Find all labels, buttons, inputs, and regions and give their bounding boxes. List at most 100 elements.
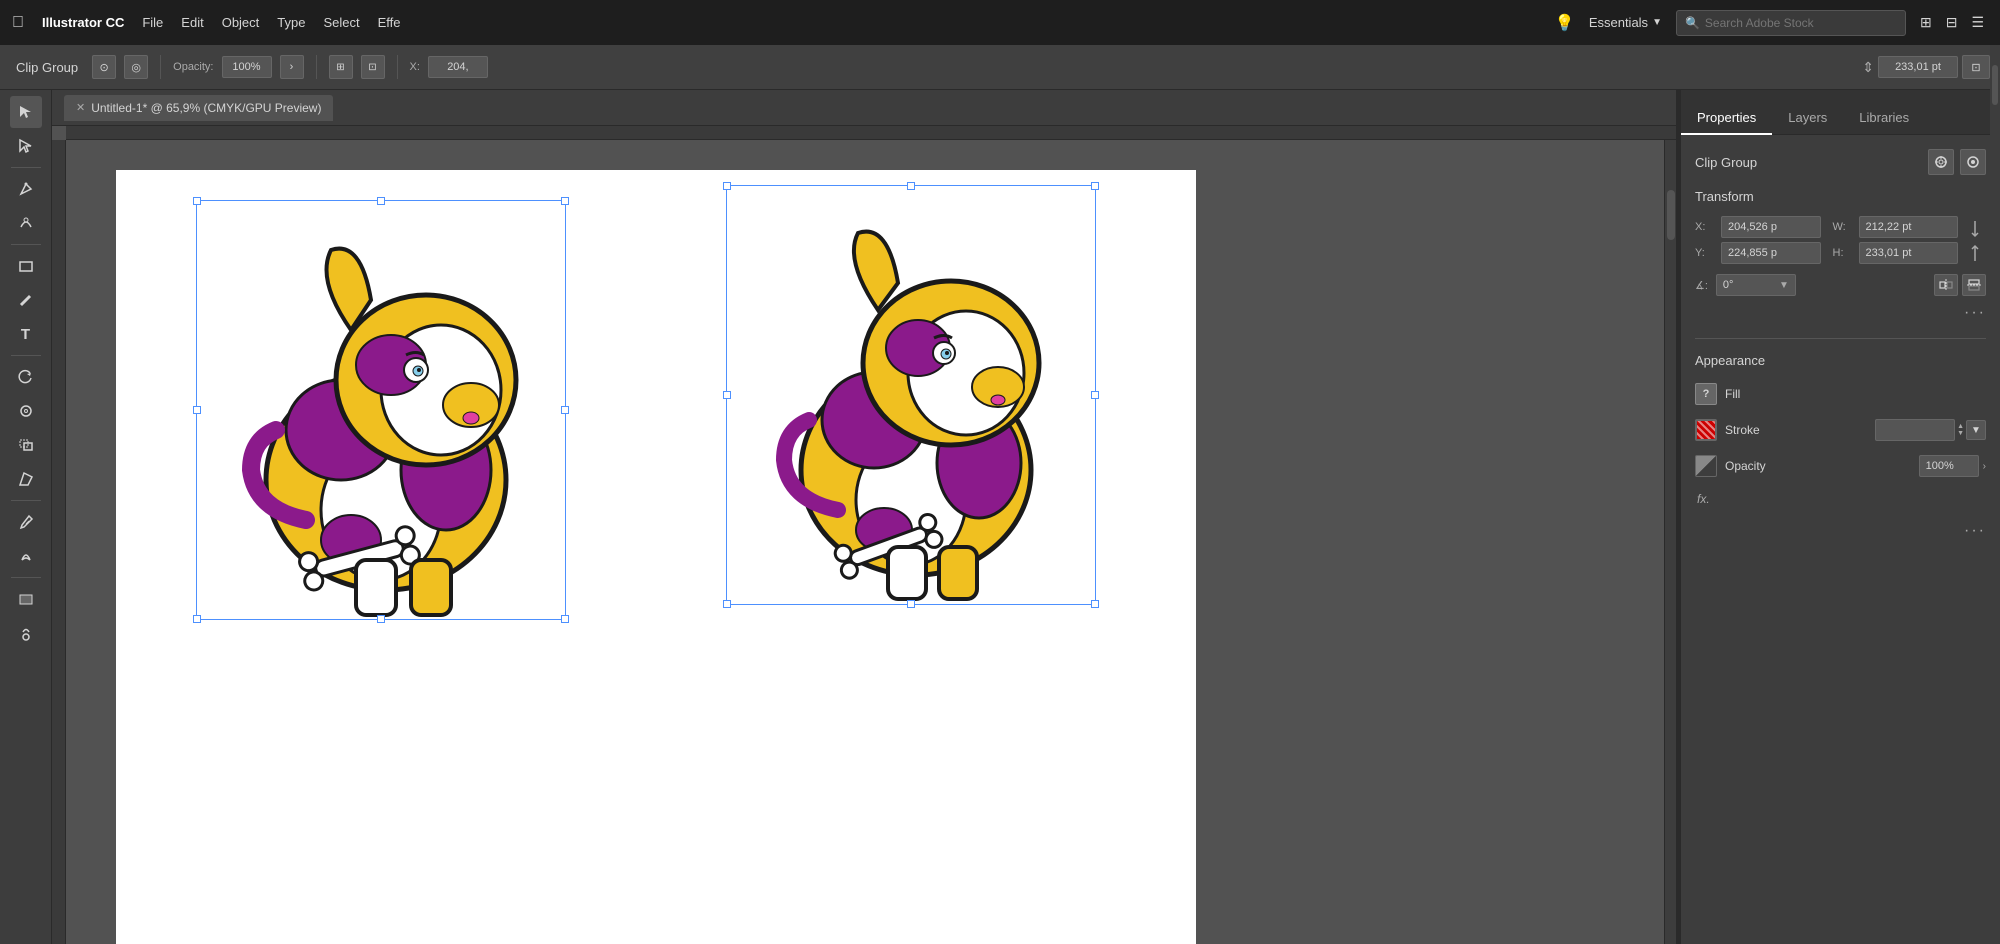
free-transform-tool[interactable] [10, 463, 42, 495]
transform-grid-btn[interactable]: ⊞ [329, 55, 353, 79]
opacity-swatch [1695, 455, 1717, 477]
canvas-scroll[interactable] [52, 126, 1676, 944]
lightbulb-icon[interactable]: 💡 [1555, 13, 1575, 33]
flip-horizontal-btn[interactable] [1934, 274, 1958, 296]
more-options-btn[interactable]: ··· [1964, 304, 1986, 322]
type-tool[interactable]: T [10, 318, 42, 350]
handle2-tr[interactable] [1091, 182, 1099, 190]
selection-box-2 [726, 185, 1096, 605]
stroke-up-btn[interactable]: ▲ [1957, 423, 1964, 430]
menubar-right: 💡 Essentials ▼ 🔍 ⊞ ⊟ ☰ [1555, 0, 2000, 45]
pencil-tool[interactable] [10, 284, 42, 316]
target-circle-btn[interactable] [1928, 149, 1954, 175]
warp-tool[interactable] [10, 395, 42, 427]
stroke-row: Stroke ▲ ▼ ▼ [1695, 416, 1986, 444]
panel-scroll-thumb[interactable] [1992, 65, 1998, 105]
flip-vertical-btn[interactable] [1962, 274, 1986, 296]
dog1-container[interactable] [196, 200, 566, 620]
rectangle-tool[interactable] [10, 250, 42, 282]
tab-libraries[interactable]: Libraries [1843, 102, 1925, 135]
handle2-tl[interactable] [723, 182, 731, 190]
opacity-chevron: › [1983, 461, 1986, 472]
options-toolbar: Clip Group ⊙ ◎ Opacity: 100% › ⊞ ⊡ X: 20… [0, 45, 2000, 90]
panel-scrollbar[interactable] [1990, 45, 2000, 944]
panel-layout-icon[interactable]: ⊞ [1920, 14, 1932, 31]
stroke-down-btn[interactable]: ▼ [1957, 430, 1964, 437]
angle-select[interactable]: 0° ▼ [1716, 274, 1796, 296]
essentials-button[interactable]: Essentials ▼ [1589, 15, 1662, 30]
handle-tr[interactable] [561, 197, 569, 205]
tool-separator-2 [11, 244, 41, 245]
handle-mr[interactable] [561, 406, 569, 414]
essentials-label: Essentials [1589, 15, 1648, 30]
search-stock-input[interactable] [1705, 16, 1897, 30]
clip-group-label: Clip Group [10, 57, 84, 78]
handle2-bc[interactable] [907, 600, 915, 608]
appearance-more-btn[interactable]: ··· [1964, 522, 1986, 540]
tab-layers[interactable]: Layers [1772, 102, 1843, 135]
apple-icon[interactable]:  [12, 14, 24, 32]
handle-bl[interactable] [193, 615, 201, 623]
selection-tool[interactable] [10, 96, 42, 128]
liquify-tool[interactable] [10, 540, 42, 572]
curvature-tool[interactable] [10, 207, 42, 239]
x-value[interactable]: 204, [428, 56, 488, 78]
rotate-tool[interactable] [10, 361, 42, 393]
x-coord-input[interactable]: 204,526 p [1721, 216, 1821, 238]
menu-file[interactable]: File [142, 15, 163, 30]
y-coord-input[interactable]: 224,855 p [1721, 242, 1821, 264]
handle-tc[interactable] [377, 197, 385, 205]
handle2-mr[interactable] [1091, 391, 1099, 399]
dog2-container[interactable] [726, 185, 1096, 605]
opacity-arrow-btn[interactable]: › [280, 55, 304, 79]
handle2-ml[interactable] [723, 391, 731, 399]
scale-tool[interactable] [10, 429, 42, 461]
canvas-tab[interactable]: ✕ Untitled-1* @ 65,9% (CMYK/GPU Preview) [64, 95, 333, 121]
eyedropper-tool[interactable] [10, 506, 42, 538]
menu-effect[interactable]: Effe [378, 15, 401, 30]
toolbar-separator-3 [397, 55, 398, 79]
section-divider-1 [1695, 338, 1986, 339]
tool-separator-5 [11, 577, 41, 578]
stroke-value-box[interactable] [1875, 419, 1955, 441]
pen-tool[interactable] [10, 173, 42, 205]
angle-symbol: ∡: [1695, 279, 1708, 292]
artboard-tool[interactable] [10, 617, 42, 649]
target-icon-btn[interactable]: ⊙ [92, 55, 116, 79]
opacity-value-box[interactable]: 100% [1919, 455, 1979, 477]
direct-selection-tool[interactable] [10, 130, 42, 162]
handle-tl[interactable] [193, 197, 201, 205]
menu-select[interactable]: Select [323, 15, 359, 30]
transform-mode-btn[interactable]: ⊡ [1962, 55, 1990, 79]
opacity-value[interactable]: 100% [222, 56, 272, 78]
h-input[interactable]: 233,01 pt [1859, 242, 1959, 264]
rectangle-fill-tool[interactable] [10, 583, 42, 615]
scroll-bar-v[interactable] [1664, 140, 1676, 944]
visibility-btn[interactable] [1960, 149, 1986, 175]
handle-br[interactable] [561, 615, 569, 623]
w-input[interactable]: 212,22 pt [1859, 216, 1959, 238]
stroke-menu-btn[interactable]: ▼ [1966, 420, 1986, 440]
handle-bc[interactable] [377, 615, 385, 623]
fill-swatch[interactable]: ? [1695, 383, 1717, 405]
scroll-thumb-v[interactable] [1667, 190, 1675, 240]
tab-properties[interactable]: Properties [1681, 102, 1772, 135]
handle2-bl[interactable] [723, 600, 731, 608]
handle2-br[interactable] [1091, 600, 1099, 608]
x-label: X: [410, 61, 420, 73]
y-value[interactable]: 233,01 pt [1878, 56, 1958, 78]
menu-type[interactable]: Type [277, 15, 305, 30]
appearance-icon-btn[interactable]: ◎ [124, 55, 148, 79]
align-btn[interactable]: ⊡ [361, 55, 385, 79]
fill-row: ? Fill [1695, 380, 1986, 408]
stroke-swatch-container[interactable] [1695, 419, 1717, 441]
panel-list-icon[interactable]: ☰ [1971, 14, 1984, 31]
menu-edit[interactable]: Edit [181, 15, 203, 30]
handle2-tc[interactable] [907, 182, 915, 190]
tab-close-btn[interactable]: ✕ [76, 101, 85, 114]
angle-chevron: ▼ [1779, 280, 1789, 291]
handle-ml[interactable] [193, 406, 201, 414]
menu-object[interactable]: Object [222, 15, 260, 30]
link-icon[interactable] [1964, 216, 1986, 266]
panel-arrange-icon[interactable]: ⊟ [1946, 14, 1958, 31]
